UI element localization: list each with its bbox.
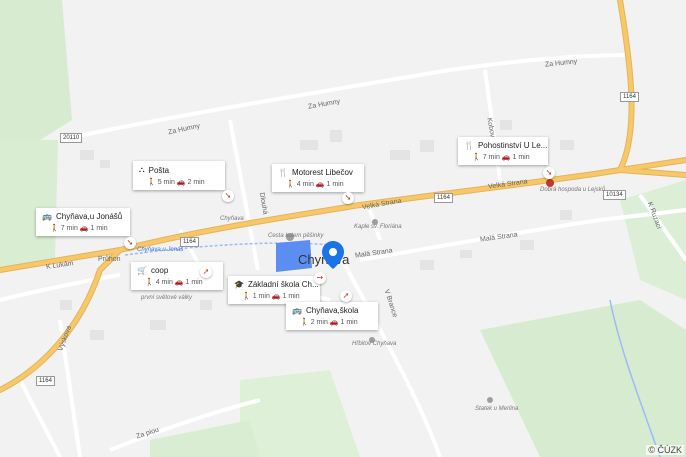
poi-card[interactable]: ⛬ Pošta 🚶 5 min 🚗 2 min	[133, 161, 225, 190]
place-label-memorial: první světové války	[141, 295, 193, 301]
drive-time: 1 min	[185, 279, 203, 286]
poi-name: coop	[150, 266, 169, 275]
restaurant-icon: 🍴	[464, 141, 474, 150]
road-number-shield: 20110	[60, 133, 83, 143]
poi-card[interactable]: 🚌 Chyňava,škola 🚶 2 min 🚗 1 min	[286, 302, 378, 330]
poi-name: Motorest Libečov	[291, 168, 353, 177]
place-label-church: Cesta kolem pěšinky	[268, 233, 324, 239]
drive-time: 1 min	[90, 225, 108, 232]
drive-time: 2 min	[187, 179, 205, 186]
walk-time: 4 min	[155, 279, 173, 286]
walk-icon: 🚶	[286, 181, 295, 188]
road-number-shield: 1164	[180, 237, 199, 247]
car-icon: 🚗	[174, 279, 184, 286]
walk-time: 5 min	[157, 179, 175, 186]
walk-time: 7 min	[60, 225, 78, 232]
poi-name: Pohostinství U Le...	[477, 141, 548, 150]
place-label-kaple: Kaple sv. Floriána	[354, 224, 402, 230]
direction-arrow-icon[interactable]: ➘	[342, 192, 354, 204]
location-pin-icon[interactable]	[322, 241, 344, 269]
bus-icon: 🚌	[42, 212, 52, 221]
map-canvas[interactable]: Za Humny Za Humny Za Humny Velká Strana …	[0, 0, 686, 457]
post-office-icon: ⛬	[139, 165, 145, 174]
direction-arrow-icon[interactable]: ➚	[200, 266, 212, 278]
walk-icon: 🚶	[300, 319, 309, 326]
bus-icon: 🚌	[292, 306, 302, 315]
road-number-shield: 1164	[434, 193, 453, 203]
car-icon: 🚗	[79, 225, 89, 232]
poi-card[interactable]: 🍴 Pohostinství U Le... 🚶 7 min 🚗 1 min	[458, 137, 548, 165]
direction-arrow-icon[interactable]: ➘	[124, 237, 136, 249]
poi-card[interactable]: 🚌 Chyňava,u Jonášů 🚶 7 min 🚗 1 min	[36, 208, 130, 236]
direction-arrow-icon[interactable]: ➚	[340, 290, 352, 302]
place-label-statek: Statek u Merlina	[475, 406, 519, 412]
walk-icon: 🚶	[147, 179, 156, 186]
poi-name: Chyňava,u Jonášů	[55, 212, 123, 221]
walk-icon: 🚶	[145, 279, 154, 286]
drive-time: 1 min	[282, 293, 300, 300]
car-icon: 🚗	[271, 293, 281, 300]
drive-time: 1 min	[512, 154, 530, 161]
car-icon: 🚗	[176, 179, 186, 186]
direction-arrow-icon[interactable]: ➙	[314, 272, 326, 284]
place-label-hrbitov: Hřbitov Chyňava	[352, 341, 397, 347]
direction-arrow-icon[interactable]: ➘	[222, 190, 234, 202]
road-label-pruhon: Průhon	[98, 256, 121, 263]
car-icon: 🚗	[329, 319, 339, 326]
walk-time: 4 min	[296, 181, 314, 188]
poi-card[interactable]: 🍴 Motorest Libečov 🚶 4 min 🚗 1 min	[272, 164, 364, 192]
walk-icon: 🚶	[472, 154, 481, 161]
restaurant-icon: 🍴	[278, 168, 288, 177]
poi-name: Základní škola Ch...	[247, 280, 319, 289]
cart-icon: 🛒	[137, 266, 147, 275]
road-number-shield: 1164	[620, 92, 639, 102]
walk-icon: 🚶	[50, 225, 59, 232]
place-label-bus-stop: Chyňava u Jonáš	[137, 247, 184, 253]
place-label-chynava-small: Chyňava	[220, 216, 244, 222]
walk-time: 1 min	[252, 293, 270, 300]
school-icon: 🎓	[234, 280, 244, 289]
map-credit[interactable]: © ČÚZK	[646, 445, 684, 455]
poi-card[interactable]: 🎓 Základní škola Ch... 🚶 1 min 🚗 1 min	[228, 276, 320, 304]
poi-name: Pošta	[148, 165, 170, 175]
walk-icon: 🚶	[242, 293, 251, 300]
place-label-hospoda: Dobrá hospoda u Lejsků	[540, 187, 606, 193]
car-icon: 🚗	[315, 181, 325, 188]
car-icon: 🚗	[501, 154, 511, 161]
walk-time: 2 min	[310, 319, 328, 326]
road-number-shield: 10134	[603, 190, 626, 200]
poi-name: Chyňava,škola	[305, 306, 359, 315]
drive-time: 1 min	[340, 319, 358, 326]
direction-arrow-icon[interactable]: ➘	[543, 167, 555, 179]
walk-time: 7 min	[482, 154, 500, 161]
drive-time: 1 min	[326, 181, 344, 188]
road-number-shield: 1164	[36, 376, 55, 386]
